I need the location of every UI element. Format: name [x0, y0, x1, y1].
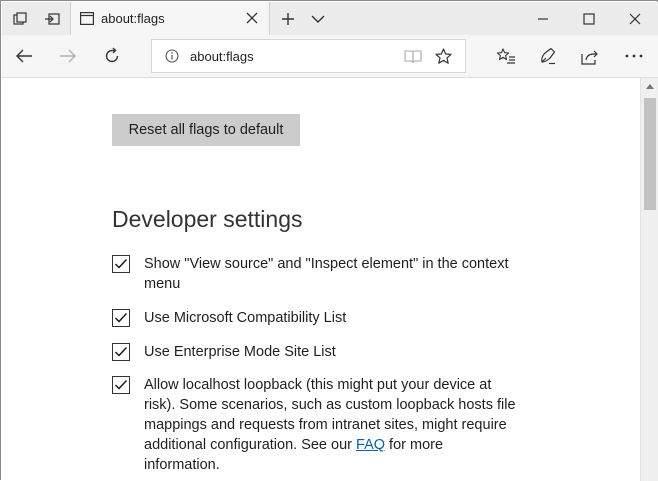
tab-list-chevron-icon[interactable] [304, 2, 332, 35]
view-source-checkbox[interactable] [112, 255, 130, 273]
navigation-bar: about:flags [2, 35, 658, 78]
close-icon [629, 13, 641, 24]
active-tab[interactable]: about:flags [70, 2, 270, 35]
setting-text: Allow localhost loopback (this might put… [144, 377, 516, 453]
maximize-icon [583, 12, 595, 25]
forward-icon [60, 49, 76, 63]
scroll-up-arrow-icon[interactable] [641, 78, 658, 94]
checkmark-icon [114, 258, 128, 269]
share-icon [581, 50, 598, 65]
reset-flags-button[interactable]: Reset all flags to default [112, 114, 300, 146]
title-bar: about:flags [2, 2, 658, 35]
refresh-button[interactable] [92, 35, 132, 77]
refresh-icon [105, 47, 119, 63]
minimize-icon [538, 17, 548, 20]
address-bar[interactable]: about:flags [151, 39, 466, 73]
setting-label: Allow localhost loopback (this might put… [144, 375, 516, 475]
info-icon[interactable] [165, 49, 179, 68]
page-icon [80, 12, 95, 30]
vertical-scrollbar[interactable] [640, 78, 658, 481]
web-note-icon [541, 47, 556, 65]
more-icon [625, 54, 643, 58]
favorite-star-icon[interactable] [435, 48, 452, 70]
more-button[interactable] [614, 35, 654, 77]
new-tab-icon[interactable] [274, 2, 302, 35]
back-button[interactable] [4, 35, 44, 77]
tab-close-icon[interactable] [245, 11, 259, 30]
section-title: Developer settings [112, 206, 303, 232]
tabs-preview-icon[interactable] [36, 2, 68, 35]
checkmark-icon [114, 346, 128, 357]
checkmark-icon [114, 379, 128, 390]
tab-set-aside-icon[interactable] [4, 2, 36, 35]
setting-label: Use Enterprise Mode Site List [144, 344, 336, 360]
compatibility-list-checkbox[interactable] [112, 309, 130, 327]
tab-title: about:flags [101, 11, 165, 26]
scrollbar-thumb[interactable] [644, 98, 656, 210]
browser-window: about:flags about:flags Reset all flags … [0, 0, 658, 481]
favorites-hub-button[interactable] [486, 35, 526, 77]
faq-link[interactable]: FAQ [356, 437, 385, 453]
address-text[interactable]: about:flags [190, 49, 254, 64]
setting-label: Show "View source" and "Inspect element"… [144, 256, 509, 292]
checkmark-icon [114, 312, 128, 323]
web-note-button[interactable] [528, 35, 568, 77]
back-icon [16, 49, 32, 63]
enterprise-mode-checkbox[interactable] [112, 343, 130, 361]
page-content: Reset all flags to default Developer set… [2, 78, 640, 481]
minimize-button[interactable] [520, 2, 566, 35]
close-window-button[interactable] [612, 2, 658, 35]
maximize-button[interactable] [566, 2, 612, 35]
favorites-hub-icon [496, 47, 515, 64]
reading-view-icon[interactable] [404, 49, 422, 69]
setting-label: Use Microsoft Compatibility List [144, 310, 347, 326]
localhost-loopback-checkbox[interactable] [112, 376, 130, 394]
share-button[interactable] [570, 35, 610, 77]
forward-button[interactable] [48, 35, 88, 77]
